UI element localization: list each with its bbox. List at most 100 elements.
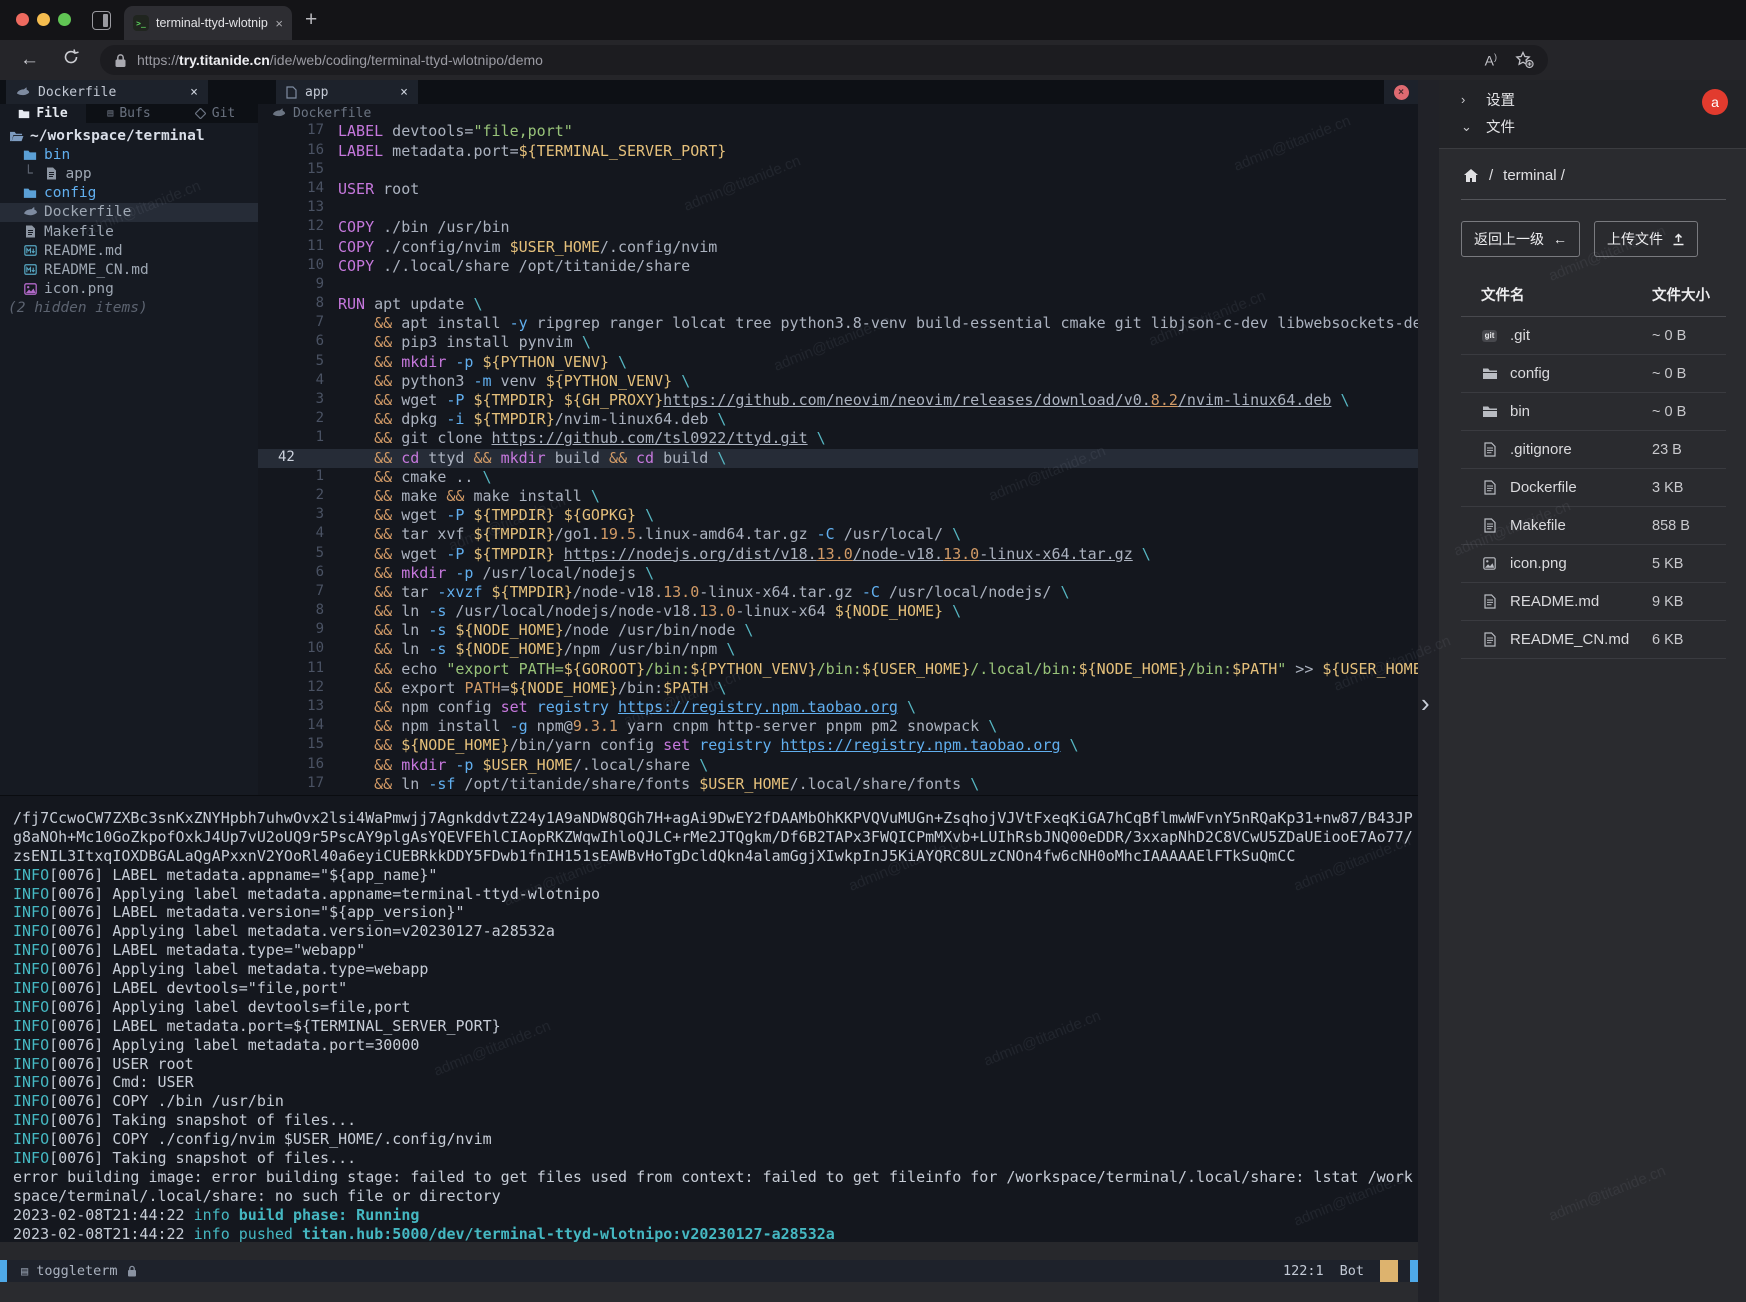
line-number: 4 bbox=[258, 525, 326, 544]
code-line[interactable]: 5 && wget -P ${TMPDIR} https://nodejs.or… bbox=[258, 545, 1418, 564]
code-line[interactable]: 14 && npm install -g npm@9.3.1 yarn cnpm… bbox=[258, 717, 1418, 736]
address-bar[interactable]: https://try.titanide.cn/ide/web/coding/t… bbox=[100, 45, 1548, 75]
code-line[interactable]: 5 && mkdir -p ${PYTHON_VENV} \ bbox=[258, 353, 1418, 372]
code-line[interactable]: 6 && mkdir -p /usr/local/nodejs \ bbox=[258, 564, 1418, 583]
user-badge[interactable]: a bbox=[1702, 89, 1728, 115]
url-host: try.titanide.cn bbox=[179, 52, 270, 68]
file-row-icon-png[interactable]: icon.png5 KB bbox=[1461, 545, 1726, 583]
tab-bufs[interactable]: ▤ Bufs bbox=[86, 104, 172, 123]
code-line[interactable]: 2 && make && make install \ bbox=[258, 487, 1418, 506]
upload-label: 上传文件 bbox=[1607, 229, 1663, 249]
go-up-button[interactable]: 返回上一级 ← bbox=[1461, 221, 1580, 257]
code-line[interactable]: 7 && tar -xvzf ${TMPDIR}/node-v18.13.0-l… bbox=[258, 583, 1418, 602]
close-window-button[interactable] bbox=[16, 13, 29, 26]
tree-item-app[interactable]: └ app bbox=[0, 164, 258, 183]
tab-close-icon[interactable]: × bbox=[275, 16, 283, 31]
tree-item-bin[interactable]: bin bbox=[0, 145, 258, 164]
file-row-readme-cn-md[interactable]: README_CN.md6 KB bbox=[1461, 621, 1726, 659]
code-line[interactable]: 15 && ${NODE_HOME}/bin/yarn config set r… bbox=[258, 736, 1418, 755]
code-line[interactable]: 9 && ln -s ${NODE_HOME}/node /usr/bin/no… bbox=[258, 621, 1418, 640]
code-line[interactable]: 8RUN apt update \ bbox=[258, 295, 1418, 314]
browser-tab[interactable]: >_ terminal-ttyd-wlotnipo - Titanl × bbox=[124, 6, 292, 40]
new-tab-button[interactable]: + bbox=[305, 8, 317, 32]
code-line[interactable]: 11 && echo "export PATH=${GOROOT}/bin:${… bbox=[258, 660, 1418, 679]
line-number: 13 bbox=[258, 199, 326, 218]
minimize-window-button[interactable] bbox=[37, 13, 50, 26]
code-line[interactable]: 4 && python3 -m venv ${PYTHON_VENV} \ bbox=[258, 372, 1418, 391]
tree-item--2-hidden-items-[interactable]: (2 hidden items) bbox=[0, 299, 258, 318]
statusline-buffer-label: toggleterm bbox=[36, 1263, 117, 1279]
terminal-output[interactable]: /fj7CcwoCW7ZXBc3snKxZNYHpbh7uhwOvx2lsi4W… bbox=[0, 795, 1418, 1242]
read-aloud-button[interactable]: A) bbox=[1485, 52, 1497, 69]
file-row-readme-md[interactable]: README.md9 KB bbox=[1461, 583, 1726, 621]
code-line[interactable]: 2 && dpkg -i ${TMPDIR}/nvim-linux64.deb … bbox=[258, 410, 1418, 429]
tree-item-readme-md[interactable]: README.md bbox=[0, 241, 258, 260]
home-icon[interactable] bbox=[1463, 168, 1479, 183]
file-row-makefile[interactable]: Makefile858 B bbox=[1461, 507, 1726, 545]
close-all-icon: × bbox=[1394, 85, 1409, 100]
code-line[interactable]: 16LABEL metadata.port=${TERMINAL_SERVER_… bbox=[258, 142, 1418, 161]
code-line[interactable]: 12 && export PATH=${NODE_HOME}/bin:$PATH… bbox=[258, 679, 1418, 698]
refresh-button[interactable] bbox=[62, 48, 80, 66]
section-settings[interactable]: › 设置 bbox=[1439, 86, 1746, 113]
code-line[interactable]: 7 && apt install -y ripgrep ranger lolca… bbox=[258, 314, 1418, 333]
maximize-window-button[interactable] bbox=[58, 13, 71, 26]
breadcrumb-path[interactable]: terminal / bbox=[1503, 167, 1565, 184]
code-line[interactable]: 1 && cmake .. \ bbox=[258, 468, 1418, 487]
terminal-favicon-icon: >_ bbox=[133, 15, 149, 31]
file-row-bin[interactable]: bin~ 0 B bbox=[1461, 393, 1726, 431]
tab-overview-icon[interactable] bbox=[92, 11, 111, 30]
code-line[interactable]: 9 bbox=[258, 276, 1418, 295]
panel-toggle-handle[interactable]: › bbox=[1421, 690, 1430, 716]
vim-statusline: ▤ toggleterm 122:1 Bot bbox=[0, 1260, 1418, 1282]
code-line[interactable]: 17 && ln -sf /opt/titanide/share/fonts $… bbox=[258, 775, 1418, 794]
file-row--git[interactable]: git.git~ 0 B bbox=[1461, 317, 1726, 355]
code-line[interactable]: 3 && wget -P ${TMPDIR} ${GOPKG} \ bbox=[258, 506, 1418, 525]
tree-item-readme-cn-md[interactable]: README_CN.md bbox=[0, 260, 258, 279]
close-all-button[interactable]: × bbox=[1384, 80, 1418, 104]
line-text: && tar -xvzf ${TMPDIR}/node-v18.13.0-lin… bbox=[326, 583, 1418, 602]
tab-dockerfile[interactable]: Dockerfile × bbox=[6, 80, 208, 104]
section-files[interactable]: ⌄ 文件 bbox=[1439, 113, 1746, 140]
file-row-dockerfile[interactable]: Dockerfile3 KB bbox=[1461, 469, 1726, 507]
code-line[interactable]: 15 bbox=[258, 161, 1418, 180]
code-editor[interactable]: Dockerfile 17LABEL devtools="file,port"1… bbox=[258, 104, 1418, 795]
code-line[interactable]: 11COPY ./config/nvim $USER_HOME/.config/… bbox=[258, 238, 1418, 257]
browser-titlebar: >_ terminal-ttyd-wlotnipo - Titanl × + bbox=[0, 0, 1746, 40]
tab-dockerfile-close-icon[interactable]: × bbox=[190, 85, 198, 100]
code-line[interactable]: 13 && npm config set registry https://re… bbox=[258, 698, 1418, 717]
code-line[interactable]: 8 && ln -s /usr/local/nodejs/node-v18.13… bbox=[258, 602, 1418, 621]
tree-item--workspace-terminal[interactable]: ~/workspace/terminal bbox=[0, 126, 258, 145]
file-row-config[interactable]: config~ 0 B bbox=[1461, 355, 1726, 393]
file-row--gitignore[interactable]: .gitignore23 B bbox=[1461, 431, 1726, 469]
tab-app-close-icon[interactable]: × bbox=[400, 85, 408, 100]
back-button[interactable]: ← bbox=[20, 49, 39, 71]
code-line[interactable]: 14USER root bbox=[258, 180, 1418, 199]
code-line[interactable]: 10COPY ./.local/share /opt/titanide/shar… bbox=[258, 257, 1418, 276]
code-line-current[interactable]: 42 && cd ttyd && mkdir build && cd build… bbox=[258, 449, 1418, 468]
code-line[interactable]: 13 bbox=[258, 199, 1418, 218]
url-scheme: https:// bbox=[137, 52, 179, 68]
code-line[interactable]: 6 && pip3 install pynvim \ bbox=[258, 333, 1418, 352]
file-size: ~ 0 B bbox=[1652, 366, 1726, 382]
code-line[interactable]: 3 && wget -P ${TMPDIR} ${GH_PROXY}https:… bbox=[258, 391, 1418, 410]
code-line[interactable]: 17LABEL devtools="file,port" bbox=[258, 122, 1418, 141]
tab-app[interactable]: app × bbox=[276, 80, 418, 104]
add-favorite-icon[interactable] bbox=[1515, 51, 1534, 69]
tab-git[interactable]: Git bbox=[172, 104, 258, 123]
file-size: 23 B bbox=[1652, 442, 1726, 458]
tree-item-icon-png[interactable]: icon.png bbox=[0, 280, 258, 299]
tree-item-config[interactable]: config bbox=[0, 184, 258, 203]
tab-file[interactable]: File bbox=[0, 104, 86, 123]
code-line[interactable]: 12COPY ./bin /usr/bin bbox=[258, 218, 1418, 237]
line-text: RUN apt update \ bbox=[326, 295, 1418, 314]
code-line[interactable]: 16 && mkdir -p $USER_HOME/.local/share \ bbox=[258, 756, 1418, 775]
code-line[interactable]: 4 && tar xvf ${TMPDIR}/go1.19.5.linux-am… bbox=[258, 525, 1418, 544]
md-icon bbox=[22, 245, 38, 256]
code-line[interactable]: 10 && ln -s ${NODE_HOME}/npm /usr/bin/np… bbox=[258, 640, 1418, 659]
upload-file-button[interactable]: 上传文件 bbox=[1594, 221, 1698, 257]
tree-item-dockerfile[interactable]: Dockerfile bbox=[0, 203, 258, 222]
tree-item-label: Dockerfile bbox=[44, 204, 131, 220]
tree-item-makefile[interactable]: Makefile bbox=[0, 222, 258, 241]
code-line[interactable]: 1 && git clone https://github.com/tsl092… bbox=[258, 429, 1418, 448]
